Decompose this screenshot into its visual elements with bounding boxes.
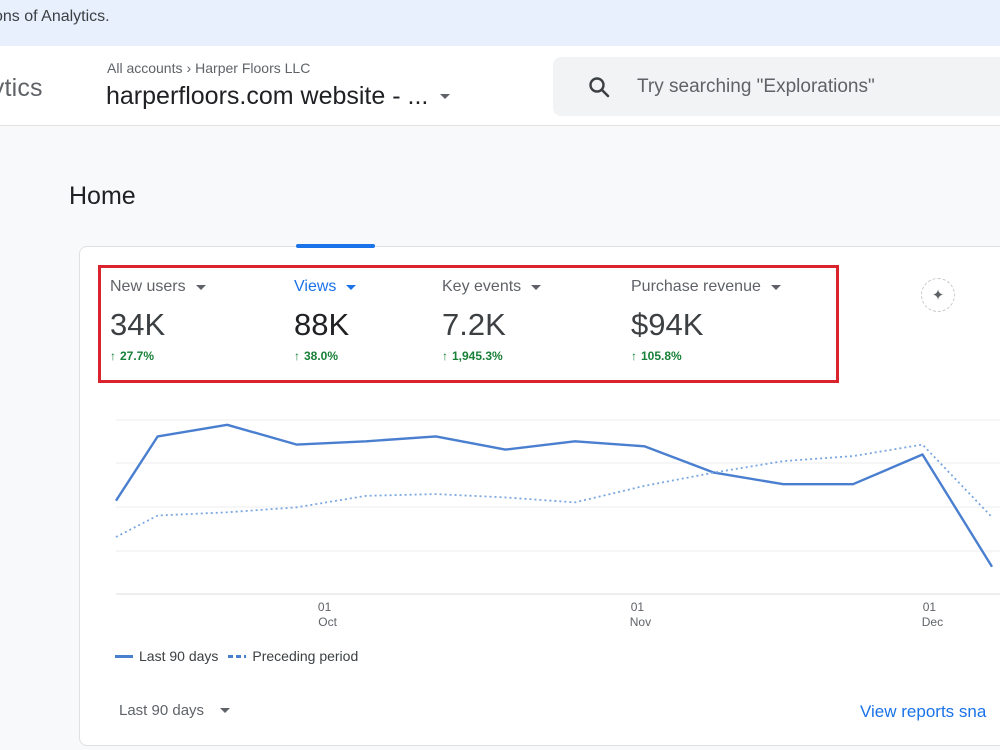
x-tick-day: 01 bbox=[923, 600, 937, 614]
series-line-previous bbox=[115, 443, 993, 538]
legend-item-previous: Preceding period bbox=[228, 648, 358, 664]
x-tick-month: Dec bbox=[922, 615, 943, 629]
legend-label: Last 90 days bbox=[139, 648, 219, 664]
date-range-selector[interactable]: Last 90 days bbox=[119, 702, 231, 719]
chart-legend: Last 90 days Preceding period bbox=[115, 648, 358, 664]
legend-solid-swatch bbox=[115, 654, 133, 658]
caret-down-icon bbox=[220, 708, 231, 713]
date-range-label: Last 90 days bbox=[119, 702, 205, 719]
legend-label: Preceding period bbox=[252, 648, 359, 664]
x-tick-day: 01 bbox=[631, 600, 645, 614]
x-tick-month: Nov bbox=[630, 615, 651, 629]
legend-item-current: Last 90 days bbox=[115, 648, 218, 664]
x-tick-month: Oct bbox=[318, 615, 337, 629]
view-reports-link[interactable]: View reports sna bbox=[860, 702, 986, 722]
legend-dashed-swatch bbox=[228, 654, 247, 658]
series-line-current bbox=[114, 423, 994, 568]
line-chart: 01Oct01Nov01Dec bbox=[114, 419, 1000, 629]
x-tick-day: 01 bbox=[318, 600, 332, 614]
